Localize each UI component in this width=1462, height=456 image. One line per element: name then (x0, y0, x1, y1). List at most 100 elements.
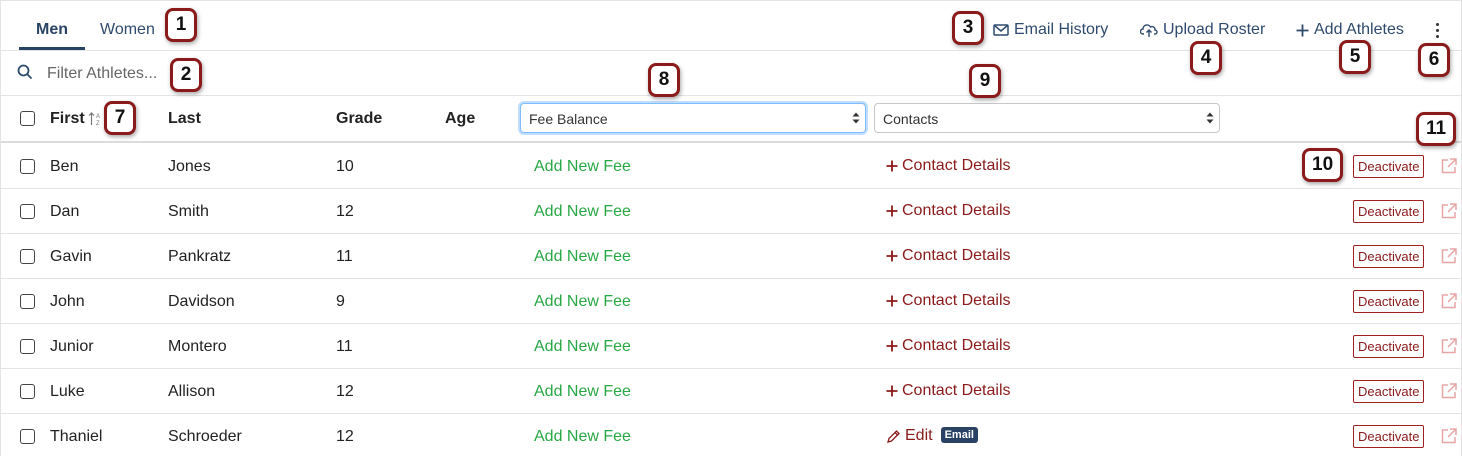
column-last[interactable]: Last (168, 110, 201, 128)
row-checkbox[interactable] (20, 429, 35, 444)
grade-cell: 10 (336, 158, 354, 175)
contacts-select-value: Contacts (883, 111, 939, 127)
row-checkbox[interactable] (20, 339, 35, 354)
grade-cell: 11 (336, 248, 353, 265)
table-row[interactable]: Gavin Pankratz 11 Add New Fee Contact Detail… (1, 234, 1462, 279)
add-athletes-button[interactable]: Add Athletes (1296, 21, 1404, 39)
table-row[interactable]: John Davidson 9 Add New Fee Contact Details D… (1, 279, 1462, 324)
callout-3: 3 (952, 11, 984, 45)
contacts-select[interactable]: Contacts (874, 103, 1220, 133)
callout-1: 1 (165, 8, 197, 42)
table-row[interactable]: Dan Smith 12 Add New Fee Contact Details Deac… (1, 189, 1462, 234)
add-new-fee-link[interactable]: Add New Fee (534, 158, 631, 176)
column-age[interactable]: Age (445, 110, 475, 128)
contact-details-label: Contact Details (902, 247, 1011, 264)
callout-4: 4 (1190, 41, 1222, 75)
external-link-icon[interactable] (1440, 202, 1458, 220)
add-new-fee-link[interactable]: Add New Fee (534, 383, 631, 401)
deactivate-button[interactable]: Deactivate (1353, 335, 1425, 358)
contact-details-label: Contact Details (902, 382, 1011, 399)
row-checkbox[interactable] (20, 249, 35, 264)
table-row[interactable]: Ben Jones 10 Add New Fee Contact Details Deac… (1, 144, 1462, 189)
table-row[interactable]: Junior Montero 11 Add New Fee Contact Detail… (1, 324, 1462, 369)
first-name-cell: Ben (50, 158, 79, 175)
svg-text:Z: Z (96, 121, 100, 127)
deactivate-button[interactable]: Deactivate (1353, 245, 1425, 268)
grade-cell: 11 (336, 338, 353, 355)
roster-panel: Men Women Email History Upload Roster Ad… (0, 0, 1462, 456)
filter-athletes-input[interactable] (47, 62, 447, 86)
last-name-cell: Schroeder (168, 428, 242, 445)
contact-details-link[interactable]: Contact Details (886, 247, 1011, 265)
external-link-icon[interactable] (1440, 382, 1458, 400)
contact-details-link[interactable]: Contact Details (886, 382, 1011, 400)
contact-details-link[interactable]: Contact Details (886, 292, 1011, 310)
plus-icon (886, 340, 898, 352)
contact-details-link[interactable]: Contact Details (886, 202, 1011, 220)
deactivate-button[interactable]: Deactivate (1353, 200, 1425, 223)
select-arrows-icon (1206, 112, 1214, 124)
email-badge: Email (940, 427, 978, 443)
last-name-cell: Jones (168, 158, 211, 175)
plus-icon (886, 160, 898, 172)
deactivate-button[interactable]: Deactivate (1353, 155, 1425, 178)
search-icon (17, 64, 33, 80)
contact-details-link[interactable]: Contact Details (886, 337, 1011, 355)
external-link-icon[interactable] (1440, 157, 1458, 175)
tab-men[interactable]: Men (36, 21, 68, 39)
plus-icon (886, 385, 898, 397)
fee-balance-select[interactable]: Fee Balance (520, 103, 866, 133)
sort-icon[interactable]: AZ (88, 111, 102, 127)
last-name-cell: Davidson (168, 293, 235, 310)
callout-2: 2 (170, 58, 202, 92)
first-name-cell: Junior (50, 338, 94, 355)
add-new-fee-link[interactable]: Add New Fee (534, 428, 631, 446)
column-first[interactable]: First (50, 110, 85, 128)
first-name-cell: Dan (50, 203, 80, 220)
row-checkbox[interactable] (20, 294, 35, 309)
add-new-fee-link[interactable]: Add New Fee (534, 248, 631, 266)
plus-icon (886, 205, 898, 217)
grade-cell: 12 (336, 383, 354, 400)
contact-details-link[interactable]: Contact Details (886, 157, 1011, 175)
upload-cloud-icon (1140, 24, 1158, 37)
plus-icon (886, 250, 898, 262)
row-checkbox[interactable] (20, 204, 35, 219)
svg-text:A: A (96, 114, 100, 120)
external-link-icon[interactable] (1440, 292, 1458, 310)
callout-6: 6 (1418, 43, 1450, 77)
grade-cell: 12 (336, 203, 354, 220)
upload-roster-button[interactable]: Upload Roster (1140, 21, 1265, 39)
external-link-icon[interactable] (1440, 247, 1458, 265)
more-options-icon[interactable] (1431, 20, 1443, 40)
add-new-fee-link[interactable]: Add New Fee (534, 203, 631, 221)
active-tab-indicator (19, 47, 85, 50)
top-bar: Men Women Email History Upload Roster Ad… (1, 1, 1462, 51)
deactivate-button[interactable]: Deactivate (1353, 425, 1425, 448)
plus-icon (886, 295, 898, 307)
deactivate-button[interactable]: Deactivate (1353, 380, 1425, 403)
column-grade[interactable]: Grade (336, 110, 382, 128)
select-all-checkbox[interactable] (20, 111, 35, 126)
callout-10: 10 (1302, 148, 1344, 182)
edit-label: Edit (905, 427, 933, 444)
grade-cell: 12 (336, 428, 354, 445)
contact-details-label: Contact Details (902, 202, 1011, 219)
table-row[interactable]: Luke Allison 12 Add New Fee Contact Details D… (1, 369, 1462, 414)
row-checkbox[interactable] (20, 384, 35, 399)
external-link-icon[interactable] (1440, 427, 1458, 445)
contact-details-label: Contact Details (902, 157, 1011, 174)
upload-roster-label: Upload Roster (1163, 21, 1266, 38)
tab-women[interactable]: Women (100, 21, 155, 39)
add-new-fee-link[interactable]: Add New Fee (534, 293, 631, 311)
filter-row (1, 52, 1462, 96)
add-new-fee-link[interactable]: Add New Fee (534, 338, 631, 356)
deactivate-button[interactable]: Deactivate (1353, 290, 1425, 313)
add-athletes-label: Add Athletes (1314, 21, 1404, 38)
row-checkbox[interactable] (20, 159, 35, 174)
external-link-icon[interactable] (1440, 337, 1458, 355)
email-history-button[interactable]: Email History (993, 21, 1108, 39)
table-row[interactable]: Thaniel Schroeder 12 Add New Fee Edit Email De… (1, 414, 1462, 456)
edit-contact-link[interactable]: Edit Email (886, 427, 978, 445)
callout-8: 8 (648, 63, 680, 97)
